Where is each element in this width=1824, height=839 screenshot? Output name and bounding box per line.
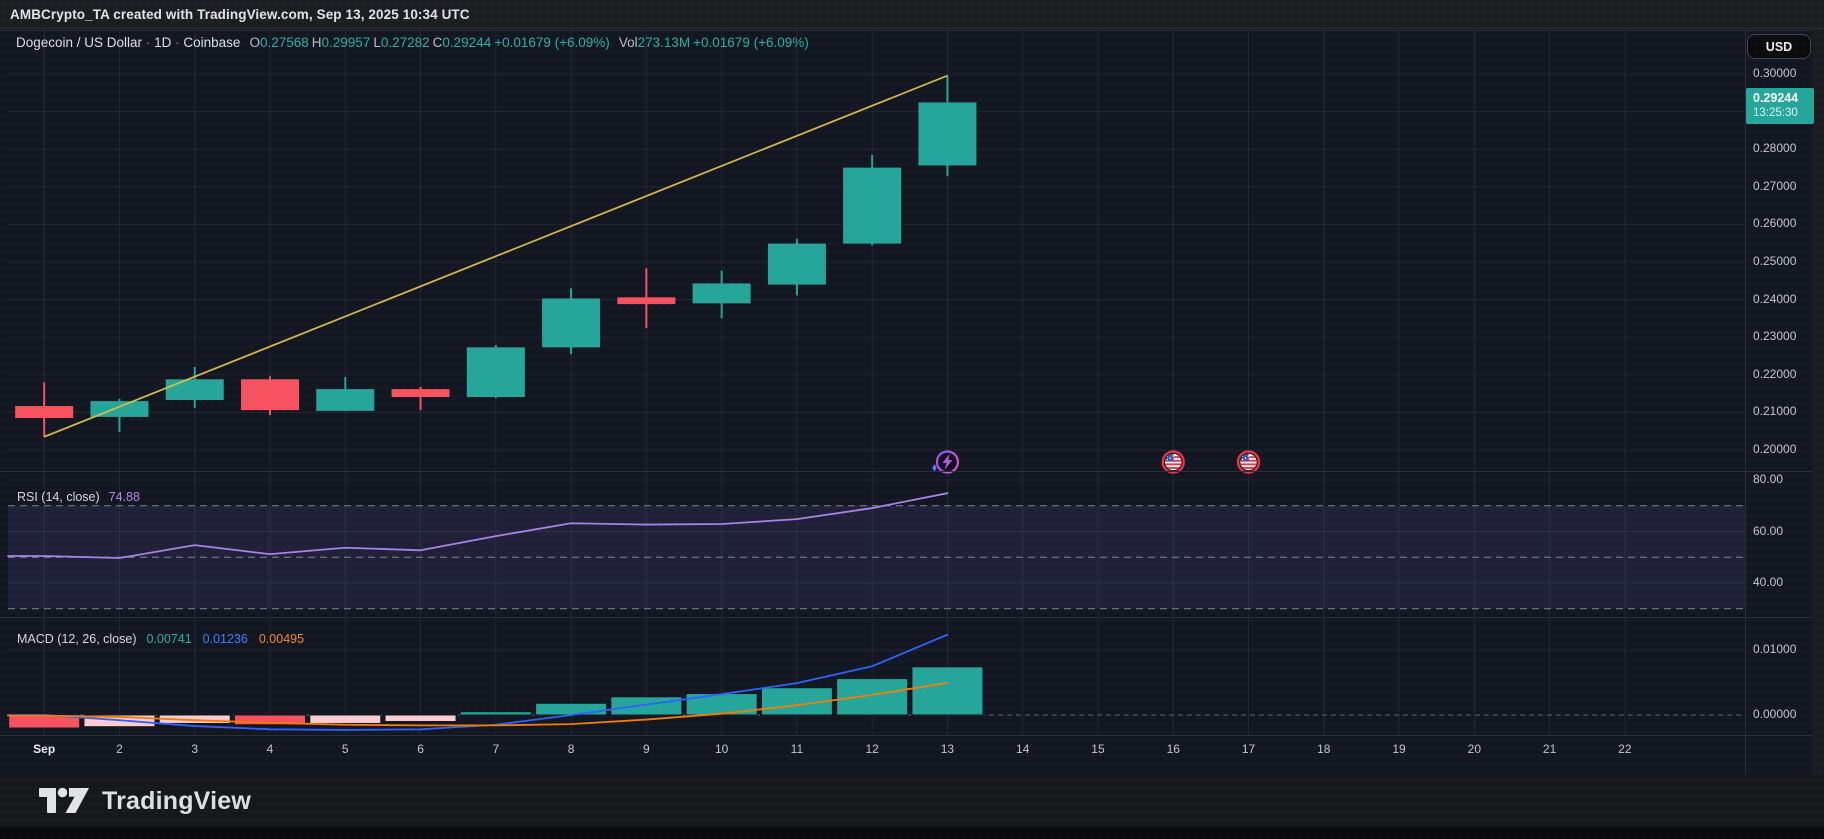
rsi-title: RSI (14, close) [17, 490, 100, 504]
macd-histogram-bar [911, 666, 984, 716]
tradingview-logo-text: TradingView [102, 786, 252, 815]
macd-histogram-bar [309, 714, 382, 724]
macd-legend[interactable]: MACD (12, 26, close) 0.00741 0.01236 0.0… [17, 632, 304, 646]
tradingview-chart-page: AMBCrypto_TA created with TradingView.co… [0, 0, 1824, 839]
macd-line-value: 0.01236 [202, 632, 248, 646]
low-label: L [373, 34, 381, 50]
close-value: 0.29244 [442, 34, 492, 50]
open-value: 0.27568 [259, 34, 309, 50]
macd-histogram-bar [459, 711, 532, 716]
candle-body [241, 379, 300, 411]
macd-histogram-bar [384, 714, 457, 722]
low-value: 0.27282 [380, 34, 430, 50]
interval-label: 1D [154, 34, 172, 50]
candle-body [391, 389, 450, 397]
symbol-title: Dogecoin / US Dollar [16, 34, 143, 50]
candle-body [466, 347, 525, 397]
us-flag-event-icon[interactable] [1236, 450, 1261, 474]
rsi-value: 74.88 [108, 490, 140, 504]
macd-title: MACD (12, 26, close) [17, 632, 137, 646]
macd-signal-value: 0.00495 [258, 632, 305, 646]
volume-label: Vol [618, 34, 638, 50]
candle-body [918, 102, 977, 166]
macd-hist-value: 0.00741 [146, 632, 192, 646]
price-scale[interactable] [1745, 30, 1824, 735]
candle-body [692, 283, 751, 304]
volume-change-value: +0.01679 (+6.09%) [693, 34, 809, 50]
change-value: +0.01679 (+6.09%) [494, 34, 610, 50]
attribution-bar: AMBCrypto_TA created with TradingView.co… [0, 0, 1824, 29]
footer-bar: TradingView [0, 775, 1824, 827]
sparkle-icon [932, 464, 937, 472]
high-value: 0.29957 [321, 34, 371, 50]
bar-countdown: 13:25:30 [1753, 107, 1798, 119]
current-price-label: 0.29244 13:25:30 [1746, 88, 1814, 124]
candle-body [316, 389, 375, 411]
attribution-text: AMBCrypto_TA created with TradingView.co… [10, 6, 470, 22]
current-price-value: 0.29244 [1753, 91, 1799, 105]
footer-bottom-strip [0, 827, 1824, 839]
chart-canvas[interactable] [0, 0, 1824, 839]
candle-body [15, 406, 74, 419]
volume-value: 273.13M [637, 34, 691, 50]
tradingview-logo-icon [39, 787, 89, 813]
rsi-legend[interactable]: RSI (14, close) 74.88 [17, 490, 140, 504]
close-label: C [432, 34, 443, 50]
time-scale[interactable] [0, 735, 1745, 775]
symbol-legend[interactable]: Dogecoin / US Dollar · 1D · Coinbase O 0.… [16, 33, 809, 51]
candle-body [843, 167, 902, 244]
candle-body [165, 379, 224, 400]
candle-body [617, 297, 676, 305]
macd-histogram-bar [535, 702, 608, 716]
lightning-event-icon[interactable] [932, 450, 960, 474]
open-label: O [249, 34, 260, 50]
candle-body [767, 243, 826, 285]
exchange-label: Coinbase [183, 34, 241, 50]
currency-toggle-button[interactable]: USD [1747, 34, 1811, 59]
tradingview-logo[interactable]: TradingView [38, 784, 251, 818]
macd-histogram-bar [610, 696, 683, 716]
candle-body [542, 298, 601, 348]
macd-histogram-bar [836, 678, 909, 716]
us-flag-event-icon[interactable] [1161, 450, 1185, 474]
high-label: H [311, 34, 322, 50]
